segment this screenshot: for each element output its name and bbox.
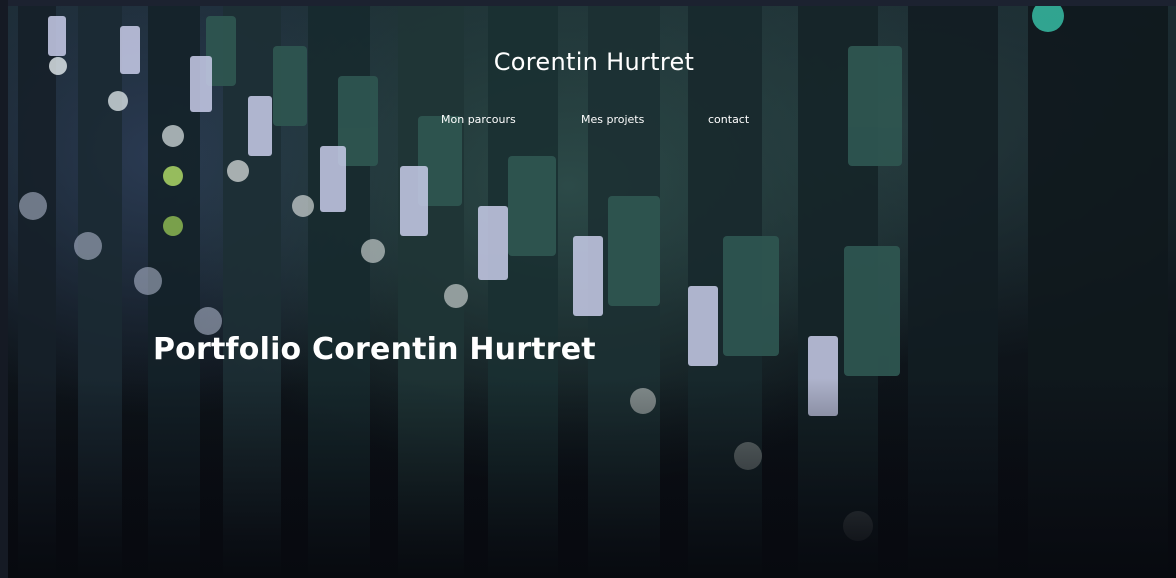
page: Corentin Hurtret Mon parcours Mes projet… [0, 0, 1176, 578]
browser-frame-top [0, 0, 1176, 6]
hero-bottom-fade [8, 378, 1176, 578]
nav-link-mon-parcours[interactable]: Mon parcours [441, 113, 516, 126]
browser-frame-left [0, 0, 8, 578]
site-brand[interactable]: Corentin Hurtret [0, 48, 1176, 76]
nav-link-mes-projets[interactable]: Mes projets [581, 113, 644, 126]
main-nav: Mon parcours Mes projets contact [0, 113, 1176, 127]
hero-title: Portfolio Corentin Hurtret [153, 332, 596, 367]
nav-link-contact[interactable]: contact [708, 113, 749, 126]
